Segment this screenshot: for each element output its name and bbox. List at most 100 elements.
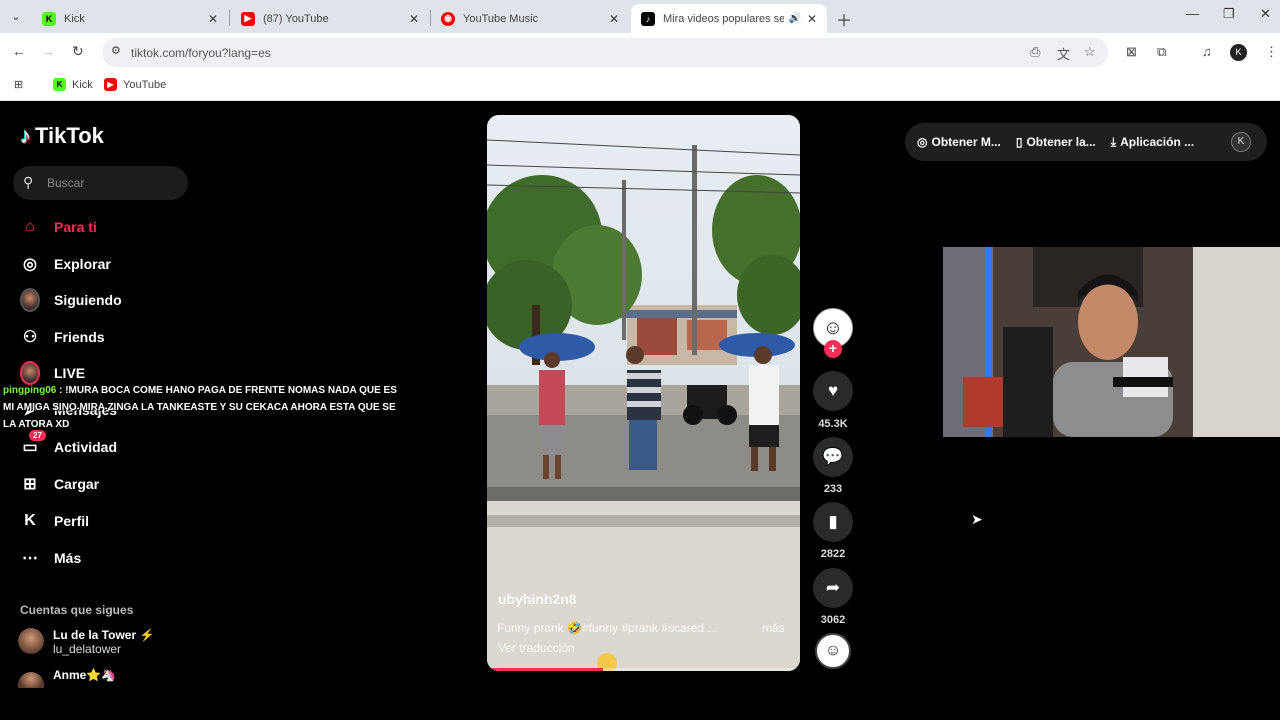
more-icon: ⋯ — [22, 550, 38, 567]
youtube-music-favicon-icon: ◉ — [441, 11, 455, 26]
tiktok-favicon-icon: ♪ — [641, 11, 655, 26]
tiktok-logo[interactable]: ♪ TikTok — [20, 123, 104, 149]
desktop-app-button[interactable]: ⤓ Aplicación ... — [1111, 135, 1194, 150]
music-disc-avatar[interactable]: ☺ — [815, 633, 851, 669]
following-account[interactable]: Anme⭐🦄 — [18, 668, 116, 688]
new-tab-button[interactable]: ＋ — [836, 7, 852, 31]
back-icon[interactable]: ← — [12, 43, 26, 59]
like-count: 45.3K — [818, 418, 848, 430]
save-count: 2822 — [820, 548, 846, 560]
bookmark-star-icon[interactable]: ☆ — [1084, 44, 1096, 60]
chat-text: : !MURA BOCA COME HANO PAGA DE FRENTE NO… — [3, 385, 397, 430]
youtube-favicon-icon: ▶ — [104, 78, 117, 91]
see-translation-link[interactable]: Ver traducción — [498, 641, 575, 655]
extensions-puzzle-icon[interactable]: ⧉ — [1157, 44, 1166, 60]
mouse-cursor-icon: ➤ — [971, 511, 983, 527]
nav-friends[interactable]: ⚇ Friends — [20, 322, 190, 352]
plus-square-icon: ⊞ — [23, 476, 37, 493]
tab-youtube[interactable]: ▶ (87) YouTube ✕ — [231, 4, 429, 33]
chat-username: pingping06 — [3, 385, 57, 396]
close-tab-icon[interactable]: ✕ — [807, 12, 817, 26]
comment-button[interactable]: 💬 — [813, 437, 853, 477]
compass-icon: ◎ — [23, 256, 37, 273]
nav-para-ti[interactable]: ⌂ Para ti — [20, 212, 190, 242]
tab-tiktok[interactable]: ♪ Mira videos populares selec 🔊 ✕ — [631, 4, 827, 33]
tiktok-page: ♪ TikTok ⚲ Buscar ⌂ Para ti ◎ Explorar S… — [0, 101, 1280, 720]
avatar — [18, 672, 44, 688]
tab-title: (87) YouTube — [263, 12, 329, 25]
nav-label: Para ti — [54, 219, 97, 235]
bookmark-kick[interactable]: K Kick — [53, 78, 93, 91]
account-name: Anme⭐🦄 — [53, 668, 117, 682]
video-player[interactable]: ubyhinh2n8 Funny prank 🤣#funny #prank #s… — [487, 115, 800, 671]
following-account[interactable]: Lu de la Tower ⚡ lu_delatower — [18, 628, 154, 656]
nav-mas[interactable]: ⋯ Más — [20, 543, 190, 573]
share-arrow-icon: ➦ — [825, 578, 841, 597]
tab-title: YouTube Music — [463, 12, 539, 25]
friends-icon: ⚇ — [22, 329, 38, 346]
translate-icon[interactable]: 文 — [1057, 44, 1070, 63]
close-tab-icon[interactable]: ✕ — [208, 12, 218, 26]
install-app-icon[interactable]: ⎙ — [1030, 44, 1040, 60]
search-input[interactable]: ⚲ Buscar — [13, 166, 188, 200]
profile-avatar-icon[interactable]: K — [1231, 132, 1251, 152]
tab-title: Kick — [64, 12, 85, 25]
extension-icon[interactable]: ⊠ — [1126, 44, 1137, 60]
bookmark-youtube[interactable]: ▶ YouTube — [104, 78, 166, 91]
video-progress-bar[interactable] — [487, 668, 800, 671]
search-icon: ⚲ — [23, 174, 34, 190]
bookmark-icon: ▮ — [828, 512, 838, 531]
avatar — [18, 628, 44, 654]
banner-label: Obtener M... — [931, 135, 1001, 149]
comment-icon: 💬 — [822, 447, 844, 466]
video-frame — [487, 115, 800, 671]
site-info-icon[interactable]: ⚙ — [111, 44, 121, 57]
video-caption: Funny prank 🤣#funny #prank #scared ... — [497, 621, 718, 635]
inbox-icon: ▭ 27 — [20, 430, 46, 457]
bookmarks-bar: ⊞ K Kick ▶ YouTube — [0, 71, 1280, 101]
tab-kick[interactable]: K Kick ✕ — [32, 4, 228, 33]
get-coins-button[interactable]: ◎ Obtener M... — [917, 135, 1001, 149]
media-controls-icon[interactable]: ♫ — [1202, 44, 1212, 59]
tab-search-chevron-icon[interactable]: ⌄ — [6, 7, 26, 27]
kick-favicon-icon: K — [53, 78, 66, 91]
share-button[interactable]: ➦ — [813, 568, 853, 608]
speaker-icon[interactable]: 🔊 — [788, 13, 800, 24]
get-app-button[interactable]: ▯ Obtener la... — [1016, 135, 1096, 149]
close-window-icon[interactable]: ✕ — [1260, 6, 1271, 22]
share-count: 3062 — [820, 614, 846, 626]
tab-youtube-music[interactable]: ◉ YouTube Music ✕ — [431, 4, 629, 33]
browser-menu-icon[interactable]: ⋮ — [1265, 44, 1278, 60]
nav-label: Friends — [54, 329, 105, 345]
nav-label: Perfil — [54, 513, 90, 529]
forward-icon[interactable]: → — [41, 43, 55, 59]
tiktok-note-icon: ♪ — [20, 123, 31, 148]
address-bar[interactable]: ⚙ tiktok.com/foryou?lang=es ⎙ 文 ☆ — [102, 38, 1108, 67]
top-right-banner: ◎ Obtener M... ▯ Obtener la... ⤓ Aplicación… — [905, 123, 1267, 161]
nav-cargar[interactable]: ⊞ Cargar — [20, 469, 190, 499]
coin-icon: ◎ — [917, 135, 928, 149]
nav-perfil[interactable]: K Perfil — [20, 506, 190, 536]
comment-count: 233 — [823, 483, 843, 495]
nav-siguiendo[interactable]: Siguiendo — [20, 285, 190, 315]
logo-text: TikTok — [35, 123, 104, 148]
nav-label: LIVE — [54, 365, 86, 381]
close-tab-icon[interactable]: ✕ — [409, 12, 419, 26]
minimize-icon[interactable]: — — [1186, 6, 1199, 21]
nav-explorar[interactable]: ◎ Explorar — [20, 249, 190, 279]
youtube-favicon-icon: ▶ — [241, 11, 255, 26]
follow-plus-icon[interactable]: + — [824, 340, 842, 358]
like-button[interactable]: ♥ — [813, 371, 853, 411]
restore-icon[interactable]: ❐ — [1223, 6, 1235, 22]
url-text[interactable]: tiktok.com/foryou?lang=es — [131, 46, 271, 60]
close-tab-icon[interactable]: ✕ — [609, 12, 619, 26]
download-icon: ⤓ — [1110, 134, 1117, 149]
save-button[interactable]: ▮ — [813, 502, 853, 542]
video-username[interactable]: ubyhinh2n8 — [498, 591, 577, 607]
home-icon: ⌂ — [25, 218, 35, 235]
caption-more-button[interactable]: más — [762, 621, 785, 635]
profile-avatar-icon[interactable]: K — [1230, 44, 1247, 61]
nav-actividad[interactable]: ▭ 27 Actividad — [20, 430, 190, 462]
apps-grid-icon[interactable]: ⊞ — [14, 78, 23, 91]
reload-icon[interactable]: ↻ — [72, 43, 84, 60]
